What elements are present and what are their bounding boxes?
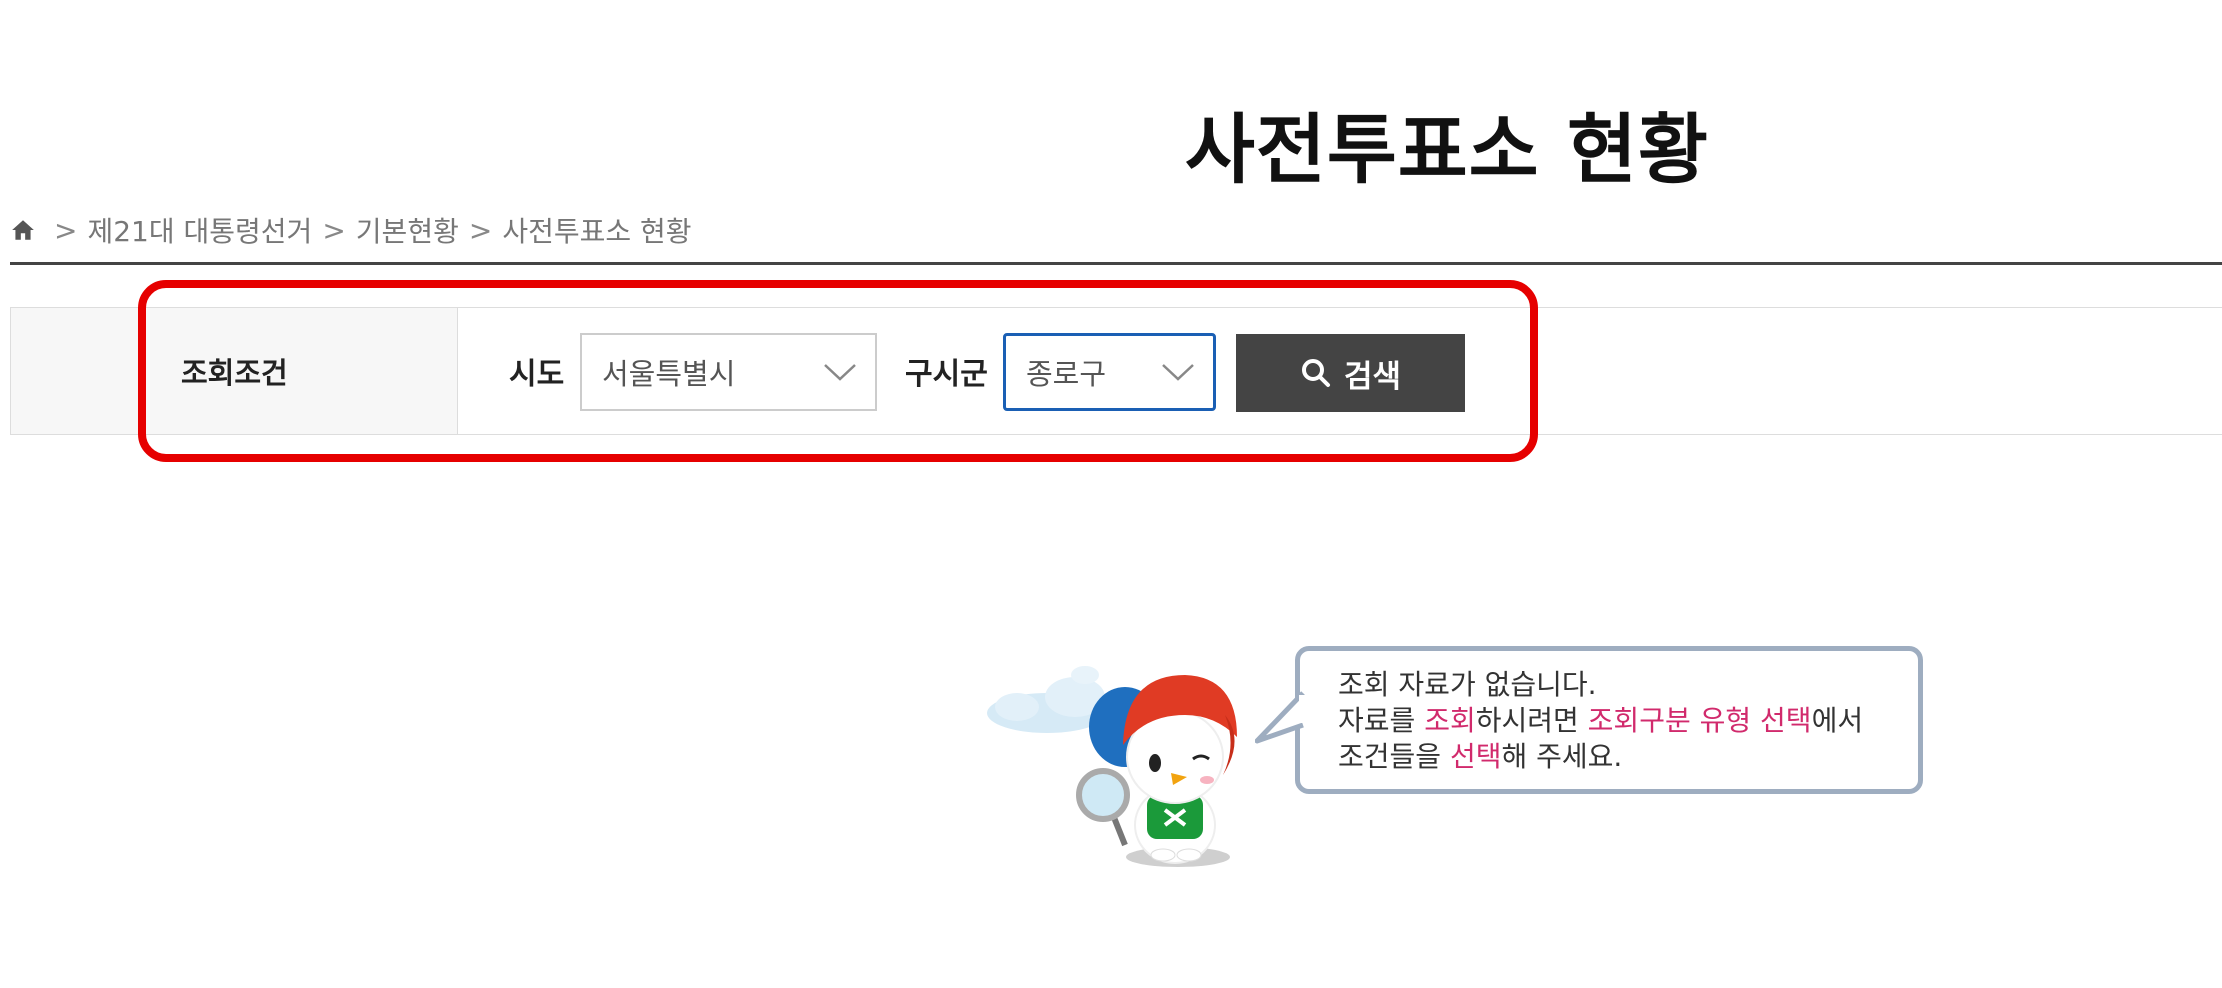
chevron-down-icon — [824, 364, 856, 381]
empty-state-text: 자료를 — [1338, 704, 1425, 737]
home-icon[interactable] — [10, 217, 36, 243]
breadcrumb-item-current-page[interactable]: 사전투표소 현황 — [502, 210, 691, 250]
empty-state-text: 하시려면 — [1475, 704, 1588, 737]
empty-state-message: 조회 자료가 없습니다. 자료를 조회하시려면 조회구분 유형 선택에서 조건들… — [1255, 646, 1923, 794]
empty-state-text: 에서 — [1811, 704, 1864, 737]
search-button[interactable]: 검색 — [1236, 334, 1465, 412]
mascot-illustration — [987, 666, 1237, 867]
sido-label: 시도 — [509, 357, 565, 392]
empty-state-text: 조건들을 — [1338, 740, 1450, 773]
sido-select[interactable]: 서울특별시 — [580, 333, 877, 411]
breadcrumb-item-basic-status[interactable]: 기본현황 — [356, 210, 459, 250]
title-divider — [10, 262, 2222, 265]
sido-select-value: 서울특별시 — [602, 357, 736, 391]
empty-state-line-2: 자료를 조회하시려면 조회구분 유형 선택에서 — [1338, 703, 1880, 739]
condition-label: 조회조건 — [181, 356, 288, 390]
search-condition-bar: 조회조건 시도 서울특별시 구시군 종로구 검색 — [10, 307, 2222, 435]
speech-bubble-tail — [1255, 691, 1305, 744]
breadcrumb-item-election[interactable]: 제21대 대통령선거 — [87, 210, 312, 250]
empty-state-highlight: 조회 — [1424, 704, 1476, 737]
empty-state-highlight: 선택 — [1449, 740, 1502, 773]
page-title: 사전투표소 현황 — [1185, 105, 1709, 194]
empty-state-line-1: 조회 자료가 없습니다. — [1338, 667, 1880, 703]
breadcrumb-separator: > — [54, 213, 78, 247]
empty-state-line-3: 조건들을 선택해 주세요. — [1338, 739, 1880, 775]
empty-state-highlight: 조회구분 유형 선택 — [1587, 704, 1812, 737]
gusigun-label: 구시군 — [905, 357, 988, 392]
gusigun-select[interactable]: 종로구 — [1003, 333, 1216, 411]
gusigun-select-value: 종로구 — [1026, 357, 1107, 391]
empty-state-text: 해 주세요. — [1501, 740, 1623, 773]
chevron-down-icon — [1162, 364, 1194, 381]
search-button-label: 검색 — [1343, 358, 1402, 394]
empty-state-text: 조회 자료가 없습니다. — [1338, 668, 1597, 701]
breadcrumb-separator: > — [322, 213, 346, 247]
search-icon — [1301, 359, 1330, 387]
breadcrumb: > 제21대 대통령선거 > 기본현황 > 사전투표소 현황 — [10, 210, 692, 250]
breadcrumb-separator: > — [468, 213, 493, 247]
page: 사전투표소 현황 > 제21대 대통령선거 > 기본현황 > 사전투표소 현황 … — [0, 0, 2222, 988]
